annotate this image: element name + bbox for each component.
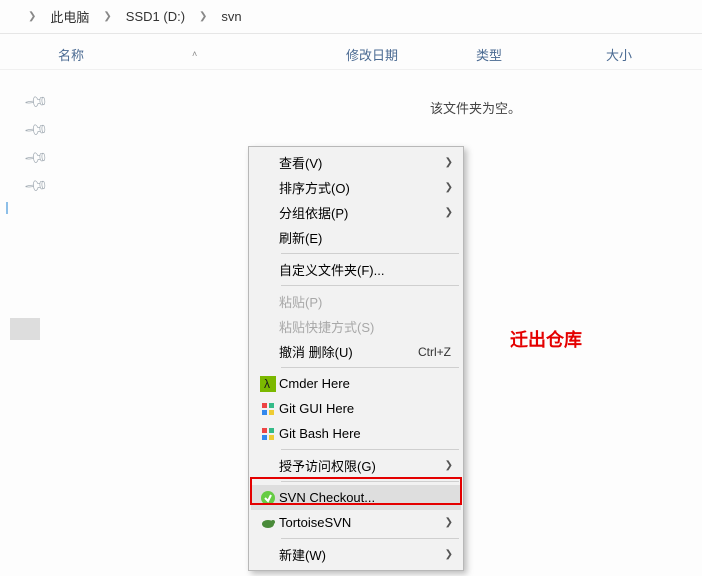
selection-indicator (6, 202, 8, 214)
tortoise-icon (257, 515, 279, 531)
chevron-right-icon: ❯ (93, 11, 121, 22)
menu-svn-checkout[interactable]: SVN Checkout... (251, 485, 461, 510)
annotation-label: 迁出仓库 (510, 326, 582, 352)
menu-sort[interactable]: 排序方式(O) ❯ (251, 175, 461, 200)
lambda-icon: λ (257, 376, 279, 392)
menu-separator (281, 285, 459, 286)
chevron-right-icon: ❯ (18, 11, 46, 22)
empty-folder-message: 该文件夹为空。 (430, 98, 521, 117)
column-type[interactable]: 类型 (476, 45, 606, 64)
chevron-right-icon: ❯ (445, 549, 453, 560)
menu-customize-folder[interactable]: 自定义文件夹(F)... (251, 257, 461, 282)
menu-view[interactable]: 查看(V) ❯ (251, 150, 461, 175)
menu-tortoisesvn[interactable]: TortoiseSVN ❯ (251, 510, 461, 535)
menu-accelerator: Ctrl+Z (418, 345, 455, 359)
chevron-right-icon: ❯ (445, 460, 453, 471)
context-menu: 查看(V) ❯ 排序方式(O) ❯ 分组依据(P) ❯ 刷新(E) 自定义文件夹… (248, 146, 464, 571)
pin-icon: 📌︎ (22, 116, 50, 144)
menu-new[interactable]: 新建(W) ❯ (251, 542, 461, 567)
svn-checkout-icon (257, 490, 279, 506)
chevron-right-icon: ❯ (189, 11, 217, 22)
menu-cmder-here[interactable]: λ Cmder Here (251, 371, 461, 396)
git-icon (257, 426, 279, 442)
menu-separator (281, 253, 459, 254)
column-size[interactable]: 大小 (606, 45, 686, 64)
menu-group[interactable]: 分组依据(P) ❯ (251, 200, 461, 225)
git-icon (257, 401, 279, 417)
breadcrumb-item[interactable]: svn (217, 7, 245, 26)
column-date[interactable]: 修改日期 (346, 45, 476, 64)
pin-icon: 📌︎ (22, 144, 50, 172)
menu-grant-access[interactable]: 授予访问权限(G) ❯ (251, 453, 461, 478)
chevron-right-icon: ❯ (445, 182, 453, 193)
chevron-right-icon: ❯ (445, 517, 453, 528)
column-headers: 名称 ˄ 修改日期 类型 大小 (0, 34, 702, 70)
menu-paste-shortcut: 粘贴快捷方式(S) (251, 314, 461, 339)
menu-separator (281, 538, 459, 539)
column-name[interactable]: 名称 ˄ (58, 45, 346, 64)
menu-separator (281, 481, 459, 482)
chevron-right-icon: ❯ (445, 207, 453, 218)
menu-refresh[interactable]: 刷新(E) (251, 225, 461, 250)
breadcrumb-item[interactable]: SSD1 (D:) (122, 7, 189, 26)
chevron-right-icon: ❯ (445, 157, 453, 168)
pin-icon: 📌︎ (22, 88, 50, 116)
breadcrumb-item[interactable]: 此电脑 (46, 5, 93, 28)
breadcrumb[interactable]: ❯ 此电脑 ❯ SSD1 (D:) ❯ svn (0, 0, 702, 34)
menu-git-gui[interactable]: Git GUI Here (251, 396, 461, 421)
caret-up-icon: ˄ (192, 49, 197, 59)
menu-paste: 粘贴(P) (251, 289, 461, 314)
menu-git-bash[interactable]: Git Bash Here (251, 421, 461, 446)
svg-text:λ: λ (264, 377, 270, 391)
menu-separator (281, 449, 459, 450)
pin-icon: 📌︎ (22, 172, 50, 200)
menu-separator (281, 367, 459, 368)
menu-undo-delete[interactable]: 撤消 删除(U) Ctrl+Z (251, 339, 461, 364)
sidebar-placeholder (10, 318, 40, 340)
